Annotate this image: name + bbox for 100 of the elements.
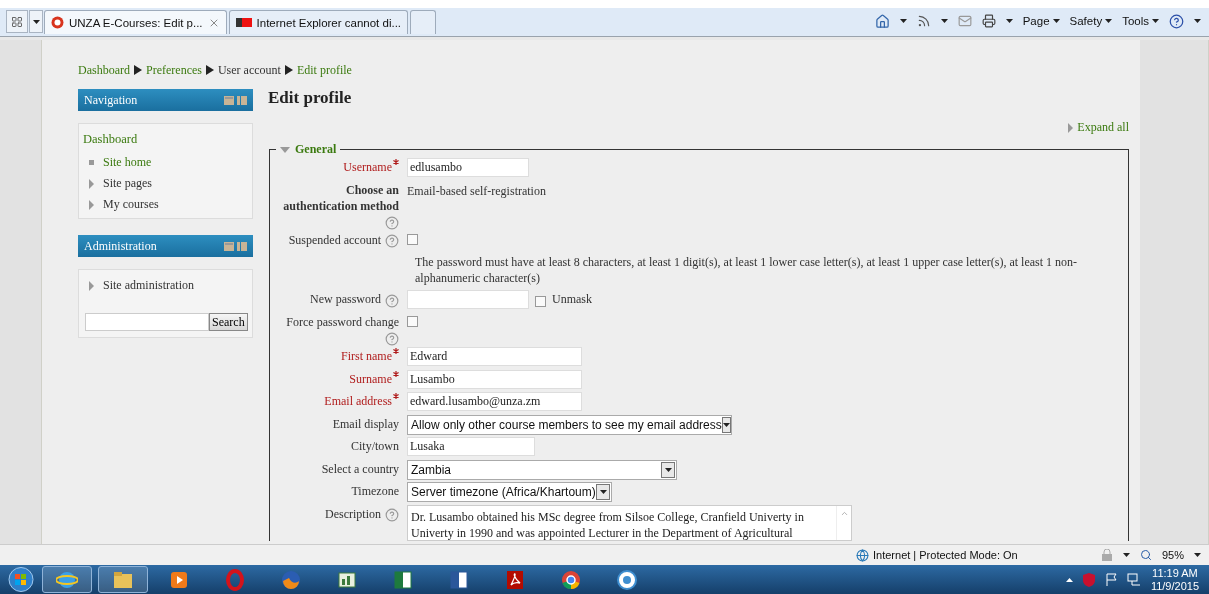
lock-icon[interactable] bbox=[1100, 549, 1113, 561]
disc-icon[interactable] bbox=[616, 568, 638, 591]
search-button[interactable]: Search bbox=[209, 313, 248, 331]
tab-list-button[interactable] bbox=[29, 10, 43, 33]
dock-icon[interactable] bbox=[224, 95, 234, 105]
field-label: Surname bbox=[349, 371, 392, 386]
text-field[interactable]: Edward bbox=[407, 347, 582, 366]
menu-button[interactable]: Tools bbox=[1122, 15, 1159, 27]
new-tab-button[interactable] bbox=[410, 10, 437, 34]
dropdown[interactable]: Allow only other course members to see my email address bbox=[407, 414, 732, 435]
nav-item[interactable]: Site home bbox=[83, 155, 248, 170]
flag-icon bbox=[235, 18, 252, 27]
required-icon bbox=[393, 393, 399, 399]
text-field[interactable]: edward.lusambo@unza.zm bbox=[407, 392, 582, 411]
start-button[interactable] bbox=[6, 566, 36, 593]
site-icon bbox=[51, 16, 64, 29]
caret-icon bbox=[940, 19, 948, 23]
section-legend[interactable]: General bbox=[276, 142, 341, 157]
checkbox[interactable] bbox=[407, 315, 418, 327]
caret-icon bbox=[32, 19, 40, 24]
field-label: Suspended account bbox=[288, 232, 381, 247]
pdf-icon[interactable] bbox=[504, 568, 526, 591]
caret-icon bbox=[722, 422, 730, 427]
dock-icon[interactable] bbox=[224, 241, 234, 251]
checkbox-label: Unmask bbox=[552, 292, 592, 308]
field-label: City/town bbox=[351, 439, 399, 453]
field-label: Force password change bbox=[286, 314, 399, 329]
field-label: Username bbox=[343, 160, 392, 174]
search-field[interactable] bbox=[85, 313, 209, 331]
browser-icon[interactable] bbox=[560, 568, 582, 591]
caret-icon bbox=[1052, 19, 1060, 23]
nav-link[interactable]: Dashboard bbox=[83, 132, 248, 147]
network-icon[interactable] bbox=[1126, 573, 1141, 586]
document-icon[interactable] bbox=[448, 568, 470, 591]
text-field[interactable]: edlusambo bbox=[407, 158, 529, 177]
ring-icon[interactable] bbox=[224, 568, 246, 591]
grid-icon bbox=[11, 15, 23, 28]
globe-icon bbox=[856, 548, 869, 562]
field-label: New password bbox=[310, 292, 381, 307]
text-field[interactable]: Lusambo bbox=[407, 369, 582, 389]
block-title: Navigation bbox=[84, 92, 138, 108]
caret-icon bbox=[1194, 553, 1201, 557]
text-field[interactable]: Lusaka bbox=[407, 437, 535, 456]
text-area[interactable]: Dr. Lusambo obtained his MSc degree from Silsoe College, Cranfield Univerty in Univerty in 1990 and was appointed Lecturer in the Department of Agricultural bbox=[407, 504, 852, 541]
clock-date[interactable]: 11/9/2015 bbox=[1150, 580, 1199, 593]
feed-icon[interactable] bbox=[916, 14, 931, 28]
field-label: Select a country bbox=[321, 461, 399, 476]
expand-icon bbox=[89, 199, 94, 210]
browser-tab[interactable]: UNZA E-Courses: Edit p... bbox=[44, 10, 227, 34]
dropdown[interactable]: Server timezone (Africa/Khartoum) bbox=[407, 482, 612, 502]
separator-icon bbox=[205, 65, 214, 75]
breadcrumb-text: User account bbox=[217, 62, 281, 78]
breadcrumb-link[interactable]: Edit profile bbox=[296, 62, 352, 78]
tab-grid-button[interactable] bbox=[6, 10, 28, 33]
nav-item[interactable]: My courses bbox=[83, 197, 248, 212]
browser-tab[interactable]: Internet Explorer cannot di... bbox=[228, 10, 409, 34]
field-label: Description bbox=[325, 506, 381, 521]
spreadsheet-icon[interactable] bbox=[392, 568, 414, 591]
print-icon[interactable] bbox=[981, 14, 996, 28]
flag-icon[interactable] bbox=[1104, 573, 1117, 586]
undock-icon[interactable] bbox=[237, 241, 247, 251]
help-icon[interactable] bbox=[1169, 13, 1184, 29]
separator-icon bbox=[134, 65, 142, 75]
caret-icon bbox=[1152, 19, 1159, 23]
field-label: Email address bbox=[324, 394, 392, 408]
undock-icon[interactable] bbox=[237, 95, 247, 105]
expand-icon bbox=[89, 178, 94, 189]
caret-icon bbox=[1105, 19, 1113, 23]
field-value: Email-based self-registration bbox=[407, 182, 546, 199]
dropdown[interactable]: Zambia bbox=[407, 459, 677, 480]
mail-icon[interactable] bbox=[957, 14, 972, 28]
caret-icon bbox=[1005, 19, 1013, 23]
clock-time[interactable]: 11:19 AM bbox=[1152, 567, 1198, 580]
password-rule-text: The password must have at least 8 characters, at least 1 digit(s), at least 1 lower case letter(s), at least 1 upper case letter(s), at least 1 non-alphanumeric character(s) bbox=[415, 254, 1079, 288]
password-field[interactable] bbox=[407, 290, 529, 310]
caret-icon bbox=[1194, 19, 1201, 23]
nav-item[interactable]: Site pages bbox=[83, 176, 248, 191]
zoom-icon[interactable] bbox=[1139, 549, 1152, 561]
page-title: Edit profile bbox=[268, 88, 353, 109]
breadcrumb-link[interactable]: Dashboard bbox=[78, 62, 130, 78]
zone-text: Internet | Protected Mode: On bbox=[873, 549, 1018, 561]
menu-button[interactable]: Page bbox=[1022, 15, 1060, 27]
tray-arrow-icon[interactable] bbox=[1065, 577, 1073, 582]
breadcrumb-link[interactable]: Preferences bbox=[146, 62, 202, 78]
nav-item[interactable]: Site administration bbox=[83, 278, 248, 293]
field-label: Timezone bbox=[351, 484, 399, 498]
expand-all-link[interactable]: Expand all bbox=[1068, 120, 1129, 135]
required-icon bbox=[393, 370, 399, 377]
caret-icon bbox=[1122, 553, 1130, 557]
checkbox[interactable] bbox=[535, 295, 546, 307]
caret-icon bbox=[599, 490, 607, 494]
required-icon bbox=[393, 159, 399, 165]
checkbox[interactable] bbox=[407, 233, 418, 245]
required-icon bbox=[393, 348, 399, 354]
menu-button[interactable]: Safety bbox=[1069, 15, 1113, 27]
field-label: Choose an authentication method bbox=[283, 182, 399, 213]
zoom-level[interactable]: 95% bbox=[1161, 549, 1184, 561]
block-title: Administration bbox=[84, 238, 157, 254]
home-icon[interactable] bbox=[874, 13, 890, 29]
browser-icon[interactable] bbox=[280, 568, 302, 591]
